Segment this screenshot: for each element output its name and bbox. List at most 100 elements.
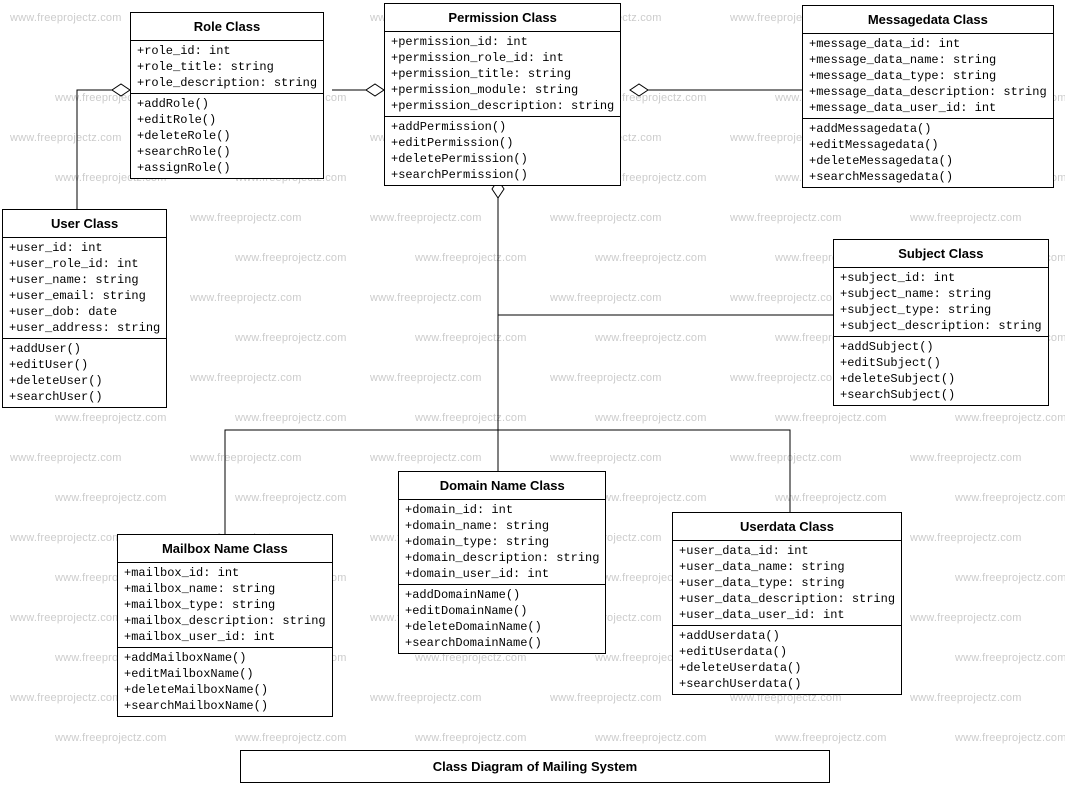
attr: +message_data_description: string [809,84,1047,100]
watermark-text: www.freeprojectz.com [550,372,662,384]
watermark-text: www.freeprojectz.com [595,492,707,504]
watermark-text: www.freeprojectz.com [55,412,167,424]
class-title: Messagedata Class [803,6,1053,34]
watermark-text: www.freeprojectz.com [550,292,662,304]
watermark-text: www.freeprojectz.com [190,212,302,224]
watermark-text: www.freeprojectz.com [955,412,1065,424]
class-messagedata: Messagedata Class +message_data_id: int … [802,5,1054,188]
attr: +user_data_type: string [679,575,895,591]
method: +assignRole() [137,160,317,176]
attr: +mailbox_type: string [124,597,326,613]
watermark-text: www.freeprojectz.com [10,452,122,464]
method: +addDomainName() [405,587,599,603]
attr: +permission_module: string [391,82,614,98]
attr: +role_title: string [137,59,317,75]
attr: +mailbox_user_id: int [124,629,326,645]
diagram-caption: Class Diagram of Mailing System [240,750,830,783]
attr: +mailbox_id: int [124,565,326,581]
attr: +domain_type: string [405,534,599,550]
attributes-section: +mailbox_id: int +mailbox_name: string +… [118,563,332,648]
watermark-text: www.freeprojectz.com [190,452,302,464]
method: +searchMailboxName() [124,698,326,714]
class-title: Subject Class [834,240,1048,268]
attr: +subject_description: string [840,318,1042,334]
class-title: Role Class [131,13,323,41]
watermark-text: www.freeprojectz.com [910,532,1022,544]
watermark-text: www.freeprojectz.com [10,532,122,544]
attr: +domain_description: string [405,550,599,566]
attr: +user_data_user_id: int [679,607,895,623]
watermark-text: www.freeprojectz.com [775,492,887,504]
methods-section: +addUserdata() +editUserdata() +deleteUs… [673,626,901,694]
watermark-text: www.freeprojectz.com [55,732,167,744]
attr: +permission_role_id: int [391,50,614,66]
watermark-text: www.freeprojectz.com [235,252,347,264]
attributes-section: +user_id: int +user_role_id: int +user_n… [3,238,166,339]
class-mailbox: Mailbox Name Class +mailbox_id: int +mai… [117,534,333,717]
method: +editMailboxName() [124,666,326,682]
attr: +permission_title: string [391,66,614,82]
attr: +domain_user_id: int [405,566,599,582]
watermark-text: www.freeprojectz.com [595,732,707,744]
method: +addMailboxName() [124,650,326,666]
watermark-text: www.freeprojectz.com [370,372,482,384]
method: +searchPermission() [391,167,614,183]
attr: +user_name: string [9,272,160,288]
watermark-text: www.freeprojectz.com [730,292,842,304]
watermark-text: www.freeprojectz.com [910,612,1022,624]
attr: +subject_type: string [840,302,1042,318]
attributes-section: +role_id: int +role_title: string +role_… [131,41,323,94]
watermark-text: www.freeprojectz.com [370,212,482,224]
class-user: User Class +user_id: int +user_role_id: … [2,209,167,408]
attr: +user_id: int [9,240,160,256]
method: +deleteMailboxName() [124,682,326,698]
attr: +domain_name: string [405,518,599,534]
watermark-text: www.freeprojectz.com [595,412,707,424]
method: +addRole() [137,96,317,112]
watermark-text: www.freeprojectz.com [955,732,1065,744]
watermark-text: www.freeprojectz.com [10,132,122,144]
attr: +mailbox_description: string [124,613,326,629]
watermark-text: www.freeprojectz.com [10,692,122,704]
attr: +user_email: string [9,288,160,304]
method: +searchRole() [137,144,317,160]
watermark-text: www.freeprojectz.com [910,692,1022,704]
attr: +user_dob: date [9,304,160,320]
watermark-text: www.freeprojectz.com [10,12,122,24]
method: +searchDomainName() [405,635,599,651]
method: +searchSubject() [840,387,1042,403]
method: +editDomainName() [405,603,599,619]
method: +editMessagedata() [809,137,1047,153]
class-title: User Class [3,210,166,238]
attr: +message_data_type: string [809,68,1047,84]
attr: +user_address: string [9,320,160,336]
method: +editUserdata() [679,644,895,660]
methods-section: +addRole() +editRole() +deleteRole() +se… [131,94,323,178]
attr: +role_id: int [137,43,317,59]
watermark-text: www.freeprojectz.com [955,652,1065,664]
attr: +subject_id: int [840,270,1042,286]
method: +addPermission() [391,119,614,135]
attr: +user_role_id: int [9,256,160,272]
class-title: Mailbox Name Class [118,535,332,563]
watermark-text: www.freeprojectz.com [730,212,842,224]
method: +editUser() [9,357,160,373]
method: +addUserdata() [679,628,895,644]
method: +editSubject() [840,355,1042,371]
method: +searchUser() [9,389,160,405]
attr: +user_data_id: int [679,543,895,559]
watermark-text: www.freeprojectz.com [415,252,527,264]
attributes-section: +subject_id: int +subject_name: string +… [834,268,1048,337]
watermark-text: www.freeprojectz.com [235,732,347,744]
attr: +mailbox_name: string [124,581,326,597]
watermark-text: www.freeprojectz.com [190,372,302,384]
method: +deletePermission() [391,151,614,167]
attr: +user_data_name: string [679,559,895,575]
method: +searchUserdata() [679,676,895,692]
attr: +subject_name: string [840,286,1042,302]
watermark-text: www.freeprojectz.com [775,732,887,744]
methods-section: +addMailboxName() +editMailboxName() +de… [118,648,332,716]
methods-section: +addPermission() +editPermission() +dele… [385,117,620,185]
methods-section: +addMessagedata() +editMessagedata() +de… [803,119,1053,187]
method: +deleteUserdata() [679,660,895,676]
